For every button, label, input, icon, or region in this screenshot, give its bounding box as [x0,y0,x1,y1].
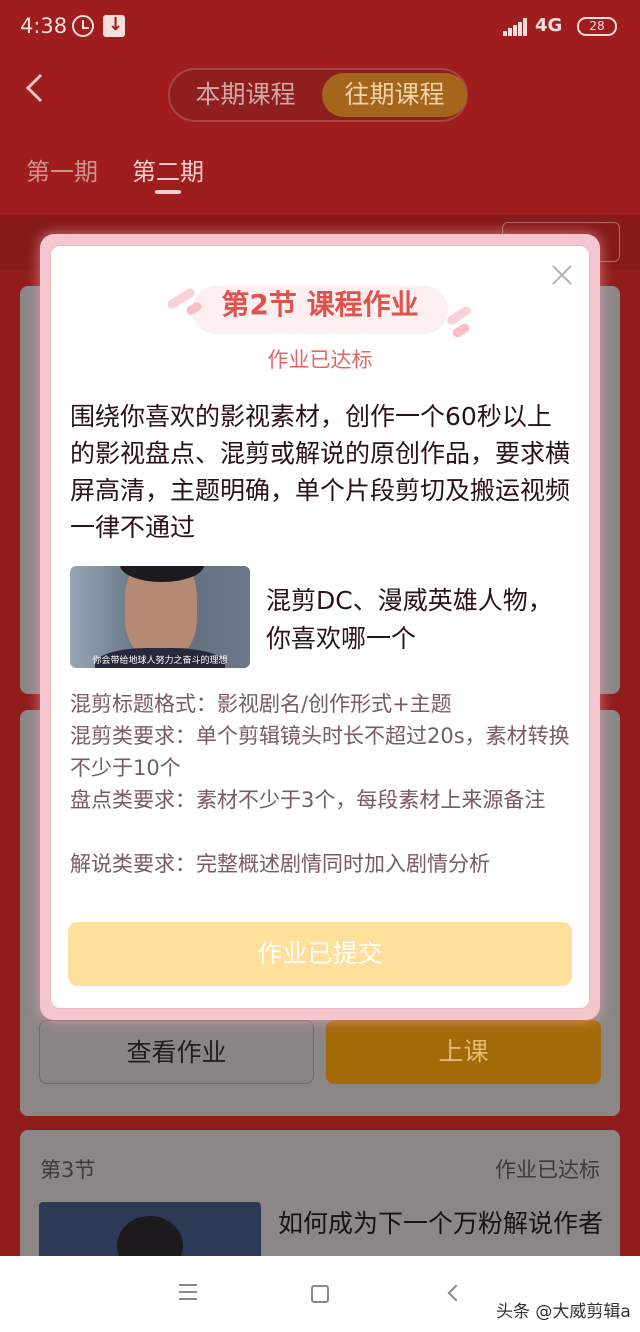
homework-status: 作业已达标 [267,348,373,372]
video-title[interactable]: 混剪DC、漫威英雄人物，你喜欢哪一个 [266,582,576,658]
thumbnail-subtitle: 你会带给地球人努力之奋斗的理想 [92,656,228,666]
download-icon [103,14,125,37]
lesson-thumbnail[interactable] [39,1202,261,1256]
attend-class-button[interactable]: 上课 [326,1020,601,1084]
period-tab-indicator [155,190,181,194]
lesson-title: 如何成为下一个万粉解说作者 [278,1209,604,1238]
modal-title: 第2节 课程作业 [221,288,419,321]
watermark: 头条 @大威剪辑a [496,1302,631,1322]
tab-current-course[interactable]: 本期课程 [173,73,318,117]
status-time: 4:38 [20,14,68,38]
requirement-item: 混剪类要求：单个剪辑镜头时长不超过20s，素材转换不少于10个 [70,724,570,780]
view-homework-button[interactable]: 查看作业 [39,1020,314,1084]
menu-icon[interactable] [179,1284,197,1300]
requirement-item: 混剪标题格式：影视剧名/创作形式+主题 [70,692,452,716]
lesson-status: 作业已达标 [495,1158,600,1182]
period-tab-2[interactable]: 第二期 [132,152,204,187]
requirement-item: 解说类要求：完整概述剧情同时加入剧情分析 [70,852,490,876]
requirement-item: 盘点类要求：素材不少于3个，每段素材上来源备注 [70,788,546,812]
signal-icon [503,18,527,36]
tab-past-courses[interactable]: 往期课程 [322,73,467,117]
video-thumbnail[interactable]: 你会带给地球人努力之奋斗的理想 [70,566,250,668]
course-tab-switch: 本期课程 往期课程 [168,68,468,122]
close-icon[interactable] [550,263,574,287]
submit-status-button[interactable]: 作业已提交 [68,922,572,986]
lesson-label: 第3节 [40,1158,96,1182]
network-type: 4G [535,15,563,36]
battery-icon: 28 [577,17,617,36]
alarm-icon [72,15,94,37]
home-icon[interactable] [311,1285,329,1303]
status-bar: 4:38 4G 28 [0,0,640,56]
period-tab-1[interactable]: 第一期 [26,152,98,187]
homework-description: 围绕你喜欢的影视素材，创作一个60秒以上的影视盘点、混剪或解说的原创作品，要求横… [70,402,571,542]
